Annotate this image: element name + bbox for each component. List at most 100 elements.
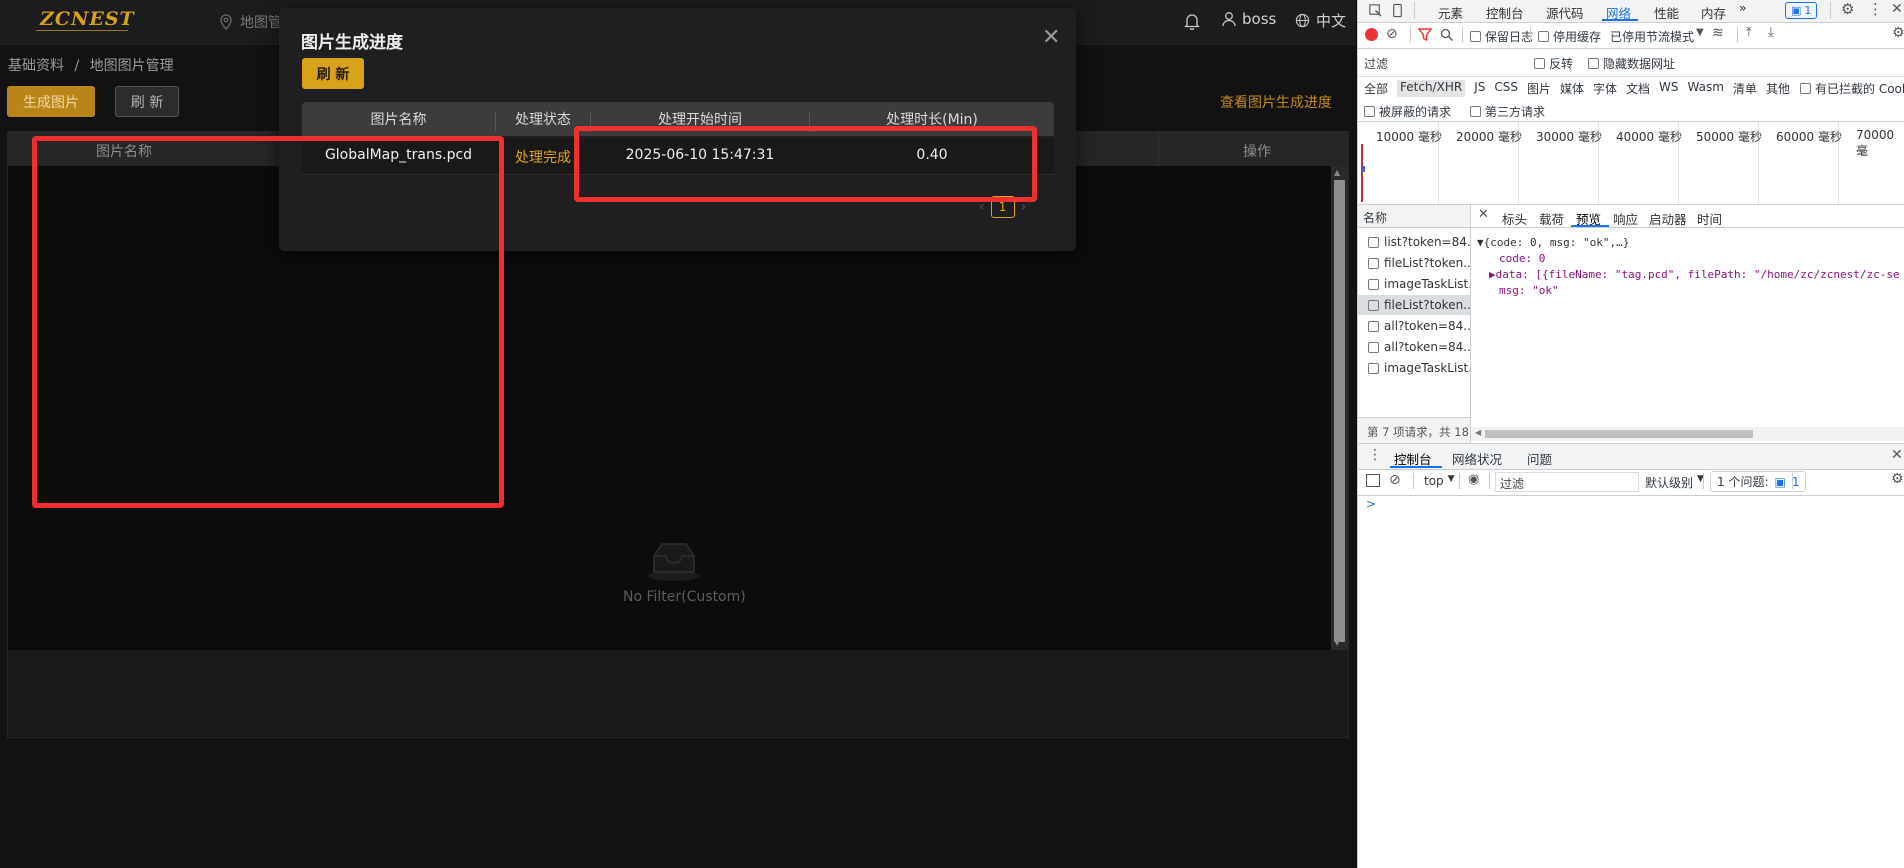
- tab-initiator[interactable]: 启动器: [1649, 209, 1687, 228]
- type-filter-img[interactable]: 图片: [1527, 80, 1551, 97]
- scrollbar-thumb[interactable]: [1334, 180, 1345, 642]
- scrollbar-thumb[interactable]: [1485, 430, 1753, 438]
- preserve-log-checkbox[interactable]: 保留日志: [1470, 28, 1533, 45]
- settings-gear-icon[interactable]: ⚙: [1841, 0, 1854, 18]
- checkbox[interactable]: [1368, 320, 1379, 332]
- language-switch[interactable]: 中文: [1295, 10, 1346, 31]
- blocked-requests-checkbox[interactable]: 被屏蔽的请求: [1364, 103, 1451, 120]
- tab-elements[interactable]: 元素: [1438, 3, 1463, 22]
- tab-response[interactable]: 响应: [1613, 209, 1638, 228]
- request-row-selected[interactable]: fileList?token...: [1358, 295, 1470, 315]
- checkbox[interactable]: [1368, 236, 1379, 248]
- horizontal-scrollbar[interactable]: ◀: [1471, 427, 1904, 441]
- network-timeline[interactable]: 10000 毫秒 20000 毫秒 30000 毫秒 40000 毫秒 5000…: [1358, 122, 1904, 205]
- close-icon[interactable]: ✕: [1042, 25, 1060, 50]
- log-level-select[interactable]: 默认级别 ▼: [1645, 474, 1704, 491]
- type-filter-media[interactable]: 媒体: [1560, 80, 1584, 97]
- import-icon[interactable]: ⤒: [1746, 25, 1752, 40]
- scroll-left-arrow-icon[interactable]: ◀: [1475, 428, 1481, 437]
- tab-console[interactable]: 控制台: [1486, 3, 1524, 22]
- refresh-button[interactable]: 刷 新: [115, 86, 179, 117]
- request-row[interactable]: all?token=84...: [1358, 316, 1470, 336]
- generate-image-button[interactable]: 生成图片: [7, 86, 95, 117]
- scroll-up-arrow-icon[interactable]: ▲: [1334, 168, 1340, 177]
- search-icon[interactable]: [1440, 28, 1454, 42]
- checkbox[interactable]: [1588, 58, 1599, 69]
- type-filter-css[interactable]: CSS: [1494, 80, 1518, 97]
- checkbox[interactable]: [1470, 31, 1481, 42]
- checkbox[interactable]: [1538, 31, 1549, 42]
- modal-refresh-button[interactable]: 刷 新: [302, 58, 364, 89]
- breadcrumb-item-basic[interactable]: 基础资料: [8, 58, 64, 74]
- close-devtools-icon[interactable]: ✕: [1891, 1, 1903, 17]
- checkbox[interactable]: [1800, 83, 1811, 94]
- tab-timing[interactable]: 时间: [1697, 209, 1722, 228]
- request-row[interactable]: list?token=84...: [1358, 232, 1470, 252]
- settings-gear-icon[interactable]: ⚙: [1892, 25, 1904, 41]
- checkbox[interactable]: [1368, 257, 1379, 269]
- type-filter-manifest[interactable]: 清单: [1733, 80, 1757, 97]
- tab-memory[interactable]: 内存: [1701, 3, 1726, 22]
- checkbox[interactable]: [1368, 341, 1379, 353]
- sidebar-toggle-icon[interactable]: [1366, 474, 1380, 487]
- request-row[interactable]: imageTaskList...: [1358, 358, 1470, 378]
- json-root[interactable]: ▼{code: 0, msg: "ok",…}: [1477, 236, 1629, 249]
- chevron-down-icon[interactable]: ▼: [1696, 27, 1704, 38]
- clear-icon[interactable]: ⊘: [1386, 26, 1398, 42]
- drawer-menu-icon[interactable]: ⋮: [1368, 447, 1382, 463]
- hide-data-urls-checkbox[interactable]: 隐藏数据网址: [1588, 55, 1675, 72]
- checkbox[interactable]: [1470, 106, 1481, 117]
- third-party-checkbox[interactable]: 第三方请求: [1470, 103, 1545, 120]
- type-filter-ws[interactable]: WS: [1659, 80, 1678, 97]
- disable-cache-checkbox[interactable]: 停用缓存: [1538, 28, 1601, 45]
- close-drawer-icon[interactable]: ✕: [1891, 447, 1903, 463]
- json-data[interactable]: ▶data: [{fileName: "tag.pcd", filePath: …: [1489, 268, 1900, 281]
- checkbox[interactable]: [1534, 58, 1545, 69]
- device-toggle-icon[interactable]: [1390, 3, 1405, 18]
- type-filter-font[interactable]: 字体: [1593, 80, 1617, 97]
- eye-icon[interactable]: ◉: [1468, 472, 1479, 487]
- type-filter-wasm[interactable]: Wasm: [1688, 80, 1724, 97]
- tab-performance[interactable]: 性能: [1654, 3, 1679, 22]
- scroll-down-arrow-icon[interactable]: ▼: [1334, 638, 1340, 647]
- invert-checkbox[interactable]: 反转: [1534, 55, 1573, 72]
- type-filter-all[interactable]: 全部: [1364, 80, 1388, 97]
- throttle-select[interactable]: 已停用节流模式: [1610, 28, 1694, 45]
- more-options-icon[interactable]: ⋮: [1868, 0, 1883, 18]
- user-menu[interactable]: boss: [1222, 10, 1276, 28]
- type-filter-doc[interactable]: 文档: [1626, 80, 1650, 97]
- inspect-icon[interactable]: [1368, 3, 1383, 18]
- export-icon[interactable]: ⤓: [1768, 25, 1774, 40]
- nav-item-map[interactable]: 地图管: [218, 12, 282, 32]
- filter-icon[interactable]: [1418, 28, 1432, 42]
- request-row[interactable]: all?token=84...: [1358, 337, 1470, 357]
- issues-badge[interactable]: ▣ 1: [1785, 2, 1818, 19]
- checkbox[interactable]: [1368, 362, 1379, 374]
- checkbox[interactable]: [1364, 106, 1375, 117]
- checkbox[interactable]: [1368, 299, 1379, 311]
- type-filter-other[interactable]: 其他: [1766, 80, 1790, 97]
- drawer-tab-issues[interactable]: 问题: [1527, 449, 1552, 468]
- filter-input[interactable]: 过滤: [1361, 53, 1525, 71]
- view-progress-link[interactable]: 查看图片生成进度: [1220, 92, 1332, 112]
- close-detail-icon[interactable]: ✕: [1478, 207, 1489, 222]
- drawer-tab-network-conditions[interactable]: 网络状况: [1452, 449, 1502, 468]
- more-tabs-icon[interactable]: »: [1739, 0, 1747, 15]
- console-prompt[interactable]: >: [1366, 497, 1376, 511]
- context-select[interactable]: top ▼: [1424, 474, 1455, 488]
- wifi-settings-icon[interactable]: ≋: [1712, 25, 1724, 41]
- checkbox[interactable]: [1368, 278, 1379, 290]
- type-filter-fetch-xhr[interactable]: Fetch/XHR: [1397, 80, 1466, 97]
- clear-console-icon[interactable]: ⊘: [1389, 472, 1401, 488]
- tab-headers[interactable]: 标头: [1502, 209, 1527, 228]
- console-filter-input[interactable]: 过滤: [1495, 472, 1639, 492]
- request-row[interactable]: imageTaskList...: [1358, 274, 1470, 294]
- record-icon[interactable]: [1365, 28, 1378, 41]
- tab-payload[interactable]: 载荷: [1539, 209, 1564, 228]
- request-row[interactable]: fileList?token...: [1358, 253, 1470, 273]
- settings-gear-icon[interactable]: ⚙: [1891, 471, 1904, 487]
- type-filter-js[interactable]: JS: [1474, 80, 1485, 97]
- tab-sources[interactable]: 源代码: [1546, 3, 1584, 22]
- bell-icon[interactable]: [1183, 12, 1201, 34]
- blocked-cookies-checkbox[interactable]: 有已拦截的 Cooki: [1800, 80, 1904, 97]
